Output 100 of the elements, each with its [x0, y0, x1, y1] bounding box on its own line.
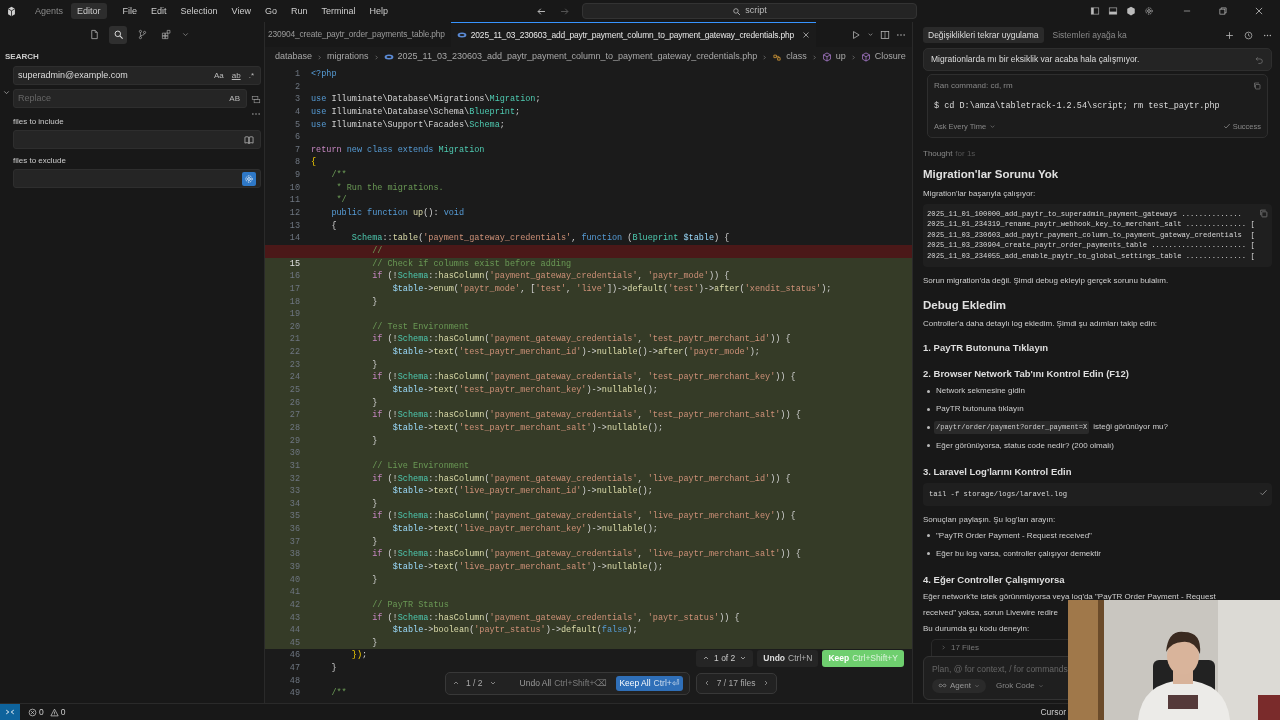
menu-item[interactable]: Go — [258, 3, 283, 19]
code-line: /** — [331, 169, 347, 182]
line-number: 40 — [289, 574, 300, 585]
run-icon[interactable] — [851, 29, 861, 40]
undo-button[interactable]: Undo Ctrl+N — [757, 650, 819, 667]
menu-item[interactable]: Help — [363, 3, 395, 19]
line-number: 17 — [289, 283, 300, 294]
chevron-icon — [316, 53, 324, 61]
settings-icon[interactable] — [1144, 6, 1154, 16]
code-line: } — [372, 535, 378, 549]
breadcrumb-item[interactable]: migrations — [327, 50, 369, 64]
command-center[interactable]: script — [582, 3, 918, 19]
line-number: 33 — [289, 486, 300, 497]
forward-arrow-icon[interactable] — [559, 5, 571, 17]
chevron-icon — [761, 53, 769, 61]
line-number: 42 — [289, 599, 300, 610]
exclude-field[interactable] — [13, 169, 261, 188]
code-line: } — [372, 358, 378, 372]
breadcrumb-item[interactable]: 2025_11_03_230603_add_paytr_payment_column_to_payment_gateway_credentials.php — [397, 50, 758, 64]
chat-tab[interactable]: Değişiklikleri tekrar uygulama — [923, 26, 1044, 44]
problems-indicator[interactable]: 0 0 — [28, 705, 66, 719]
option-toggle[interactable]: Aa — [211, 69, 226, 82]
undo-all-button[interactable]: Undo All Ctrl+Shift+⌫ — [516, 676, 611, 691]
code-line: // — [372, 244, 383, 258]
model-dropdown[interactable]: Grok Code — [991, 678, 1048, 693]
option-toggle[interactable]: ab — [229, 69, 243, 82]
chevron-icon — [810, 53, 818, 61]
menu-item[interactable]: Selection — [174, 3, 224, 19]
replace-field[interactable]: Replace AB — [13, 89, 247, 108]
code-line: return new class extends Migration — [311, 143, 485, 157]
new-chat-icon[interactable] — [1225, 30, 1234, 40]
back-arrow-icon[interactable] — [536, 5, 548, 17]
files-summary[interactable]: 17 Files — [951, 641, 979, 654]
menu-item[interactable]: Terminal — [315, 3, 362, 19]
search-icon[interactable] — [112, 29, 124, 40]
files-icon[interactable] — [88, 29, 100, 40]
close-icon[interactable] — [1254, 6, 1264, 16]
mode-tab[interactable]: Agents — [29, 3, 70, 19]
menu-item[interactable]: Edit — [145, 3, 173, 19]
restore-icon[interactable] — [1218, 6, 1228, 16]
include-field[interactable] — [13, 130, 261, 149]
chevron-icon[interactable] — [867, 31, 874, 38]
mode-dropdown[interactable]: Agent — [932, 678, 986, 693]
line-number: 13 — [289, 220, 300, 231]
cube-icon[interactable] — [1126, 6, 1136, 16]
line-number: 19 — [289, 309, 300, 320]
blocks-icon[interactable] — [160, 29, 172, 40]
editor-tab[interactable]: 230904_create_paytr_order_payments_table.php — [265, 22, 451, 47]
panel-toggle-icon[interactable] — [1108, 6, 1118, 16]
thought-label[interactable]: Thought — [923, 147, 953, 160]
undo-icon[interactable] — [1255, 54, 1264, 64]
search-text: script — [745, 4, 767, 18]
line-number: 36 — [289, 524, 300, 535]
change-counter: 1 / 2 — [466, 677, 483, 690]
branch-icon[interactable] — [136, 29, 148, 40]
code-line: $table->text('test_paytr_merchant_key')->nullable(); — [392, 384, 658, 397]
line-number: 25 — [289, 385, 300, 395]
list-item: PayTR butonuna tıklayın — [936, 403, 1024, 416]
code-line: if (!Schema::hasColumn('payment_gateway_credentials', 'live_paytr_merchant_key')) { — [372, 510, 796, 524]
breadcrumb-item[interactable]: up — [835, 50, 846, 64]
sidebar-toggle-icon[interactable] — [1090, 6, 1100, 16]
breadcrumb-item[interactable]: class — [786, 50, 807, 64]
option-toggle[interactable]: .* — [246, 69, 256, 82]
line-number: 9 — [294, 170, 300, 181]
replace-all-icon[interactable] — [251, 93, 261, 104]
history-icon[interactable] — [1244, 30, 1253, 40]
search-field[interactable]: superadmin@example.com Aa ab .* — [13, 66, 261, 85]
copy-icon[interactable] — [1253, 81, 1261, 90]
menu-item[interactable]: File — [116, 3, 144, 19]
line-number: 28 — [289, 422, 300, 433]
breadcrumb-item[interactable]: database — [275, 50, 313, 64]
code-line: */ — [336, 194, 347, 208]
bullet-icon — [927, 552, 930, 556]
split-editor-icon[interactable] — [880, 29, 890, 40]
code-line: use Illuminate\Support\Facades\Schema; — [311, 118, 505, 132]
book-icon[interactable] — [244, 134, 254, 145]
code-line: { — [311, 156, 317, 170]
keep-all-button[interactable]: Keep All Ctrl+⏎ — [616, 676, 683, 691]
code-line: $table->boolean('paytr_status')->default(false); — [392, 624, 638, 637]
code-line: } — [372, 497, 378, 511]
class-icon — [772, 52, 783, 62]
line-number: 5 — [294, 119, 300, 130]
remote-icon[interactable] — [5, 707, 15, 717]
chat-tab[interactable]: Sistemleri ayağa ka — [1047, 26, 1132, 44]
mode-tab[interactable]: Editor — [71, 3, 107, 19]
file-counter: 7 / 17 files — [716, 677, 756, 690]
collapse-chevron-icon[interactable] — [2, 88, 11, 97]
copy-icon[interactable] — [1259, 208, 1268, 218]
line-number: 30 — [289, 448, 300, 459]
heading: Debug Ekledim — [923, 298, 1008, 313]
menu-item[interactable]: View — [225, 3, 257, 19]
code-line: if (!Schema::hasColumn('payment_gateway_credentials', 'paytr_mode')) { — [372, 270, 730, 283]
command-title: Ran command: cd, rm — [934, 79, 1014, 92]
chat-input[interactable]: Plan, @ for context, / for commands — [932, 662, 1072, 676]
list-item: Network sekmesine gidin — [936, 385, 1025, 398]
menu-item[interactable]: Run — [285, 3, 314, 19]
close-icon[interactable] — [801, 31, 810, 39]
option-toggle[interactable]: AB — [227, 92, 242, 105]
breadcrumb-item[interactable]: Closure — [874, 50, 906, 64]
chevron-icon[interactable] — [181, 30, 190, 39]
